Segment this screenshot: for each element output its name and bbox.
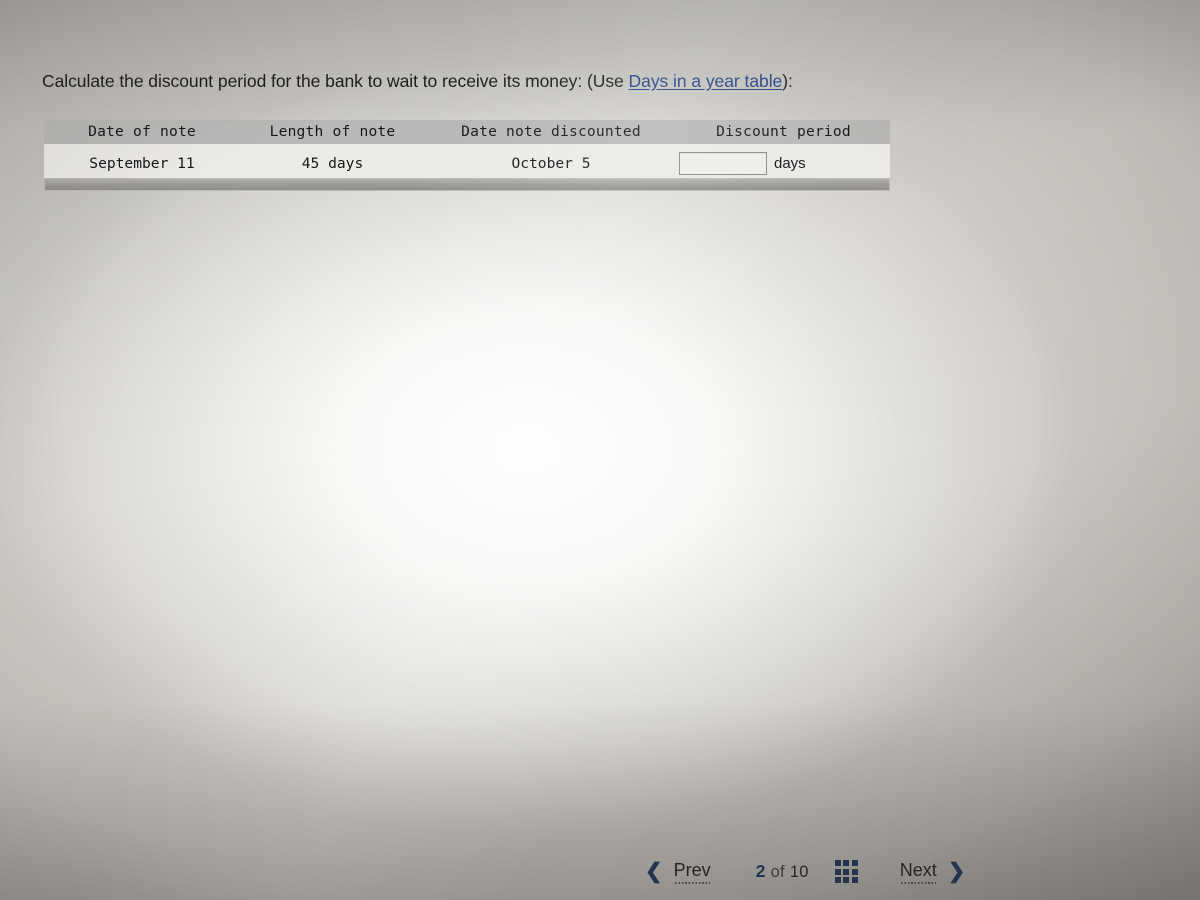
page-indicator: 2 of 10 xyxy=(756,861,809,882)
grid-menu-icon[interactable] xyxy=(833,858,860,885)
column-header-date-note-discounted: Date note discounted xyxy=(425,120,677,144)
prev-button-label: Prev xyxy=(674,860,711,884)
discount-period-table: Date of note Length of note Date note di… xyxy=(44,120,890,183)
next-button[interactable]: Next ❯ xyxy=(900,860,966,884)
grid-cell xyxy=(834,860,841,866)
page-separator: of xyxy=(770,863,785,881)
grid-cell xyxy=(843,877,850,883)
grid-cell xyxy=(851,860,858,866)
table-horizontal-scrollbar[interactable] xyxy=(44,178,890,191)
days-in-a-year-table-link[interactable]: Days in a year table xyxy=(629,71,783,91)
next-button-label: Next xyxy=(900,860,937,884)
discount-period-input[interactable] xyxy=(679,151,767,175)
question-text-after-link: ): xyxy=(782,71,793,91)
chevron-left-icon: ❮ xyxy=(645,860,663,883)
question-prompt: Calculate the discount period for the ba… xyxy=(42,70,793,93)
question-text-before-link: Calculate the discount period for the ba… xyxy=(42,71,629,91)
grid-cell xyxy=(843,868,850,875)
grid-cell xyxy=(851,877,858,883)
discount-period-unit-label: days xyxy=(774,154,806,172)
column-header-date-of-note: Date of note xyxy=(44,120,240,144)
table-header: Date of note Length of note Date note di… xyxy=(44,120,890,144)
bottom-navigation-bar: ❮ Prev 2 of 10 Next ❯ xyxy=(645,858,965,885)
column-header-length-of-note: Length of note xyxy=(240,120,425,144)
table-header-row: Date of note Length of note Date note di… xyxy=(44,120,890,144)
scrollbar-thumb[interactable] xyxy=(45,179,889,190)
grid-cell xyxy=(851,868,858,875)
column-header-discount-period: Discount period xyxy=(677,120,890,144)
grid-cell xyxy=(843,860,850,866)
discount-period-table-container: Date of note Length of note Date note di… xyxy=(44,120,890,183)
grid-cell xyxy=(834,877,841,883)
prev-button[interactable]: ❮ Prev xyxy=(645,860,711,884)
chevron-right-icon: ❯ xyxy=(947,860,966,883)
grid-cell xyxy=(834,868,841,875)
photographed-screen-surface: Calculate the discount period for the ba… xyxy=(0,0,1200,900)
current-page-number: 2 xyxy=(755,861,766,881)
total-pages-number: 10 xyxy=(789,863,809,881)
